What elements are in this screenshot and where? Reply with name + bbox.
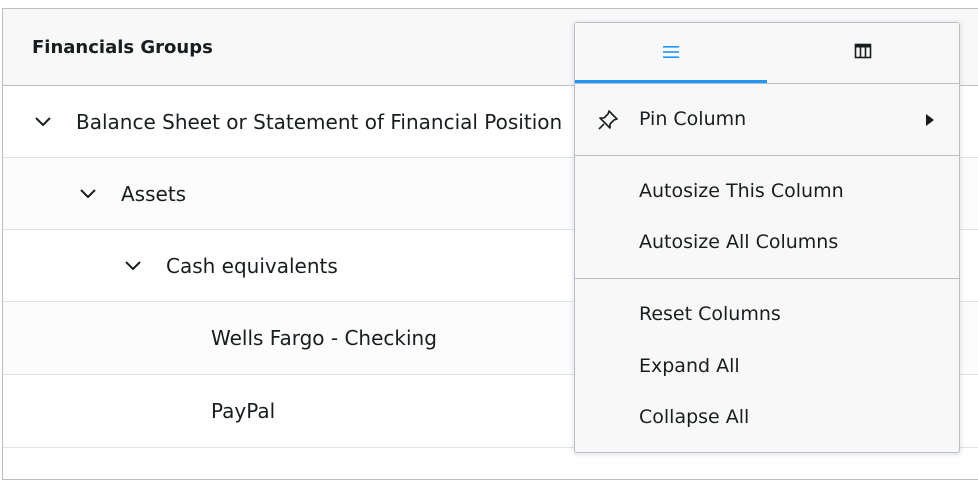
column-header-financials-groups[interactable]: Financials Groups bbox=[32, 37, 213, 58]
menu-item-collapse-all[interactable]: Collapse All bbox=[575, 394, 959, 440]
chevron-down-icon[interactable] bbox=[33, 112, 53, 132]
menu-item-label: Collapse All bbox=[639, 406, 750, 428]
menu-item-pin-column[interactable]: Pin Column bbox=[575, 96, 959, 142]
menu-tab-bar bbox=[575, 23, 959, 84]
menu-separator bbox=[575, 278, 959, 279]
menu-item-autosize-all-columns[interactable]: Autosize All Columns bbox=[575, 219, 959, 265]
menu-item-label: Reset Columns bbox=[639, 303, 781, 325]
columns-icon bbox=[854, 43, 872, 63]
column-context-menu: Pin Column Autosize This Column Autosize… bbox=[574, 22, 960, 453]
menu-item-label: Autosize This Column bbox=[639, 180, 844, 202]
row-label: Balance Sheet or Statement of Financial … bbox=[76, 109, 563, 134]
chevron-down-icon[interactable] bbox=[123, 256, 143, 276]
menu-item-label: Autosize All Columns bbox=[639, 231, 839, 253]
tab-columns[interactable] bbox=[767, 23, 959, 83]
menu-separator bbox=[575, 155, 959, 156]
menu-item-label: Expand All bbox=[639, 355, 740, 377]
row-label: Cash equivalents bbox=[166, 253, 338, 278]
active-tab-indicator bbox=[575, 80, 767, 83]
submenu-arrow-icon bbox=[925, 112, 935, 131]
menu-item-label: Pin Column bbox=[639, 108, 747, 130]
general-menu-icon bbox=[662, 44, 680, 63]
row-label: Assets bbox=[121, 181, 187, 206]
row-label: Wells Fargo - Checking bbox=[211, 326, 437, 350]
menu-item-expand-all[interactable]: Expand All bbox=[575, 343, 959, 389]
menu-item-reset-columns[interactable]: Reset Columns bbox=[575, 291, 959, 337]
chevron-down-icon[interactable] bbox=[78, 184, 98, 204]
row-label: PayPal bbox=[211, 399, 276, 423]
tab-general[interactable] bbox=[575, 23, 767, 83]
menu-item-autosize-this-column[interactable]: Autosize This Column bbox=[575, 168, 959, 214]
pin-icon bbox=[597, 109, 619, 135]
